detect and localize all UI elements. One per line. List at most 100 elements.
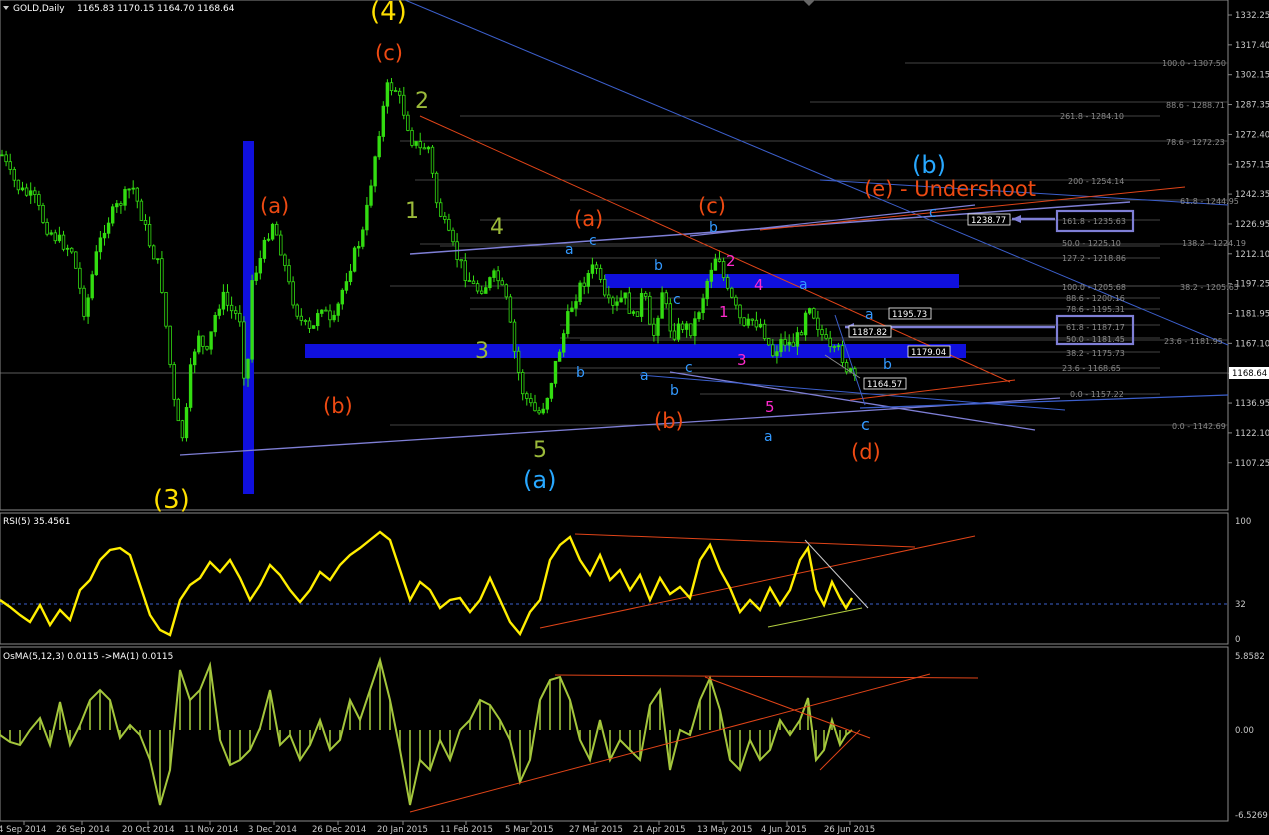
candle-body bbox=[127, 188, 131, 191]
wave-label: a bbox=[799, 277, 808, 293]
price-tick-label: 1257.15 bbox=[1235, 160, 1269, 170]
candle-body bbox=[840, 345, 845, 363]
rsi-panel[interactable] bbox=[0, 512, 1229, 645]
candle-body bbox=[172, 364, 176, 400]
candle-body bbox=[721, 261, 726, 278]
osma-axis: 5.8582 0.00 -6.5269 bbox=[1235, 652, 1268, 821]
candle-body bbox=[738, 304, 742, 319]
candle-body bbox=[402, 94, 406, 116]
wave-label: 5 bbox=[533, 438, 547, 463]
candle-body bbox=[475, 283, 480, 292]
fib-level-label: 78.6 - 1272.23 bbox=[1166, 138, 1225, 147]
candle-body bbox=[385, 82, 390, 107]
candle-body bbox=[656, 317, 660, 336]
candle-body bbox=[315, 313, 320, 327]
time-tick-label: 4 Jun 2015 bbox=[761, 825, 807, 835]
candle-body bbox=[160, 258, 164, 293]
rsi-axis: 100 32 0 bbox=[1235, 517, 1251, 645]
candle-body bbox=[672, 330, 677, 340]
candle-body bbox=[139, 200, 144, 221]
candle-body bbox=[590, 264, 595, 274]
time-tick-label: 5 Mar 2015 bbox=[505, 825, 553, 835]
candle-body bbox=[500, 280, 504, 286]
candle-body bbox=[598, 268, 603, 280]
wave-label: a bbox=[640, 368, 649, 384]
candle-body bbox=[492, 270, 496, 278]
candle-body bbox=[459, 259, 463, 262]
candle-body bbox=[594, 264, 599, 269]
fib-level-label: 78.6 - 1195.31 bbox=[1066, 305, 1125, 314]
wave-label: c bbox=[589, 233, 597, 249]
rsi-tick-label: 0 bbox=[1235, 635, 1240, 645]
candle-body bbox=[434, 172, 439, 204]
candle-body bbox=[709, 269, 713, 282]
candle-body bbox=[635, 311, 640, 317]
candle-body bbox=[311, 325, 316, 329]
fib-level-label: 138.2 - 1224.19 bbox=[1182, 239, 1246, 248]
price-tick-label: 1107.25 bbox=[1235, 459, 1269, 469]
candle-body bbox=[668, 303, 672, 332]
price-tick-label: 1167.10 bbox=[1235, 339, 1269, 349]
fib-level-label: 0.0 - 1142.69 bbox=[1172, 422, 1226, 431]
candle-body bbox=[176, 398, 180, 422]
candle-body bbox=[270, 223, 275, 240]
wave-label: (b) bbox=[323, 394, 353, 418]
candle-body bbox=[70, 247, 74, 253]
candle-body bbox=[205, 346, 209, 350]
price-tick-label: 1302.15 bbox=[1235, 71, 1269, 81]
candle-body bbox=[726, 277, 730, 289]
candle-body bbox=[82, 287, 86, 317]
price-tick-label: 1332.25 bbox=[1235, 11, 1269, 21]
time-tick-label: 4 Sep 2014 bbox=[0, 825, 46, 835]
wave-label: (4) bbox=[370, 0, 407, 27]
candle-body bbox=[192, 351, 197, 366]
candle-body bbox=[156, 258, 160, 261]
candle-body bbox=[512, 321, 517, 352]
candle-body bbox=[151, 245, 156, 260]
candle-body bbox=[197, 335, 201, 353]
candle-body bbox=[615, 301, 619, 306]
chart-canvas[interactable]: 100.0 - 1307.50 88.6 - 1288.71 261.8 - 128… bbox=[0, 0, 1269, 835]
fib-level-label: 200 - 1254.14 bbox=[1068, 177, 1124, 186]
candle-body bbox=[430, 146, 435, 174]
time-tick-label: 11 Nov 2014 bbox=[184, 825, 238, 835]
blue-zone-support bbox=[305, 344, 966, 358]
wave-label: 3 bbox=[737, 351, 747, 369]
candle-body bbox=[529, 398, 533, 404]
candle-body bbox=[828, 337, 832, 347]
candle-body bbox=[295, 304, 299, 317]
candle-body bbox=[86, 297, 90, 317]
blue-zone-resistance bbox=[605, 274, 959, 288]
candle-body bbox=[225, 291, 230, 306]
fib-level-label: 0.0 - 1157.22 bbox=[1070, 390, 1124, 399]
fib-level-label: 38.2 - 1175.73 bbox=[1066, 349, 1125, 358]
candle-body bbox=[164, 292, 168, 327]
fib-level-label: 50.0 - 1181.45 bbox=[1066, 335, 1125, 344]
candle-body bbox=[570, 307, 574, 312]
fib-level-label: 23.6 - 1181.95 bbox=[1164, 337, 1223, 346]
candle-body bbox=[717, 258, 722, 262]
candle-body bbox=[713, 258, 718, 271]
osma-tick-label: 5.8582 bbox=[1235, 652, 1265, 662]
candle-body bbox=[516, 350, 521, 373]
candle-body bbox=[537, 410, 541, 414]
candle-body bbox=[45, 222, 49, 235]
time-tick-label: 27 Mar 2015 bbox=[569, 825, 623, 835]
candle-body bbox=[217, 308, 221, 316]
candle-body bbox=[799, 332, 804, 336]
candle-body bbox=[307, 320, 312, 329]
candle-body bbox=[324, 309, 328, 312]
candle-body bbox=[418, 141, 422, 149]
candle-body bbox=[0, 154, 4, 157]
candle-body bbox=[824, 334, 828, 339]
osma-panel[interactable] bbox=[0, 646, 1229, 822]
main-price-panel[interactable]: 100.0 - 1307.50 88.6 - 1288.71 261.8 - 128… bbox=[0, 0, 1246, 515]
time-axis: 4 Sep 2014 26 Sep 2014 20 Oct 2014 11 Nov 2… bbox=[0, 821, 875, 835]
candle-body bbox=[213, 315, 217, 333]
candle-body bbox=[836, 345, 841, 348]
current-price-label: 1168.64 bbox=[1232, 369, 1267, 379]
candle-body bbox=[16, 179, 21, 191]
fib-level-label: 50.0 - 1225.10 bbox=[1062, 239, 1121, 248]
current-price-tag: 1168.64 bbox=[1229, 367, 1269, 379]
candle-body bbox=[229, 304, 234, 312]
